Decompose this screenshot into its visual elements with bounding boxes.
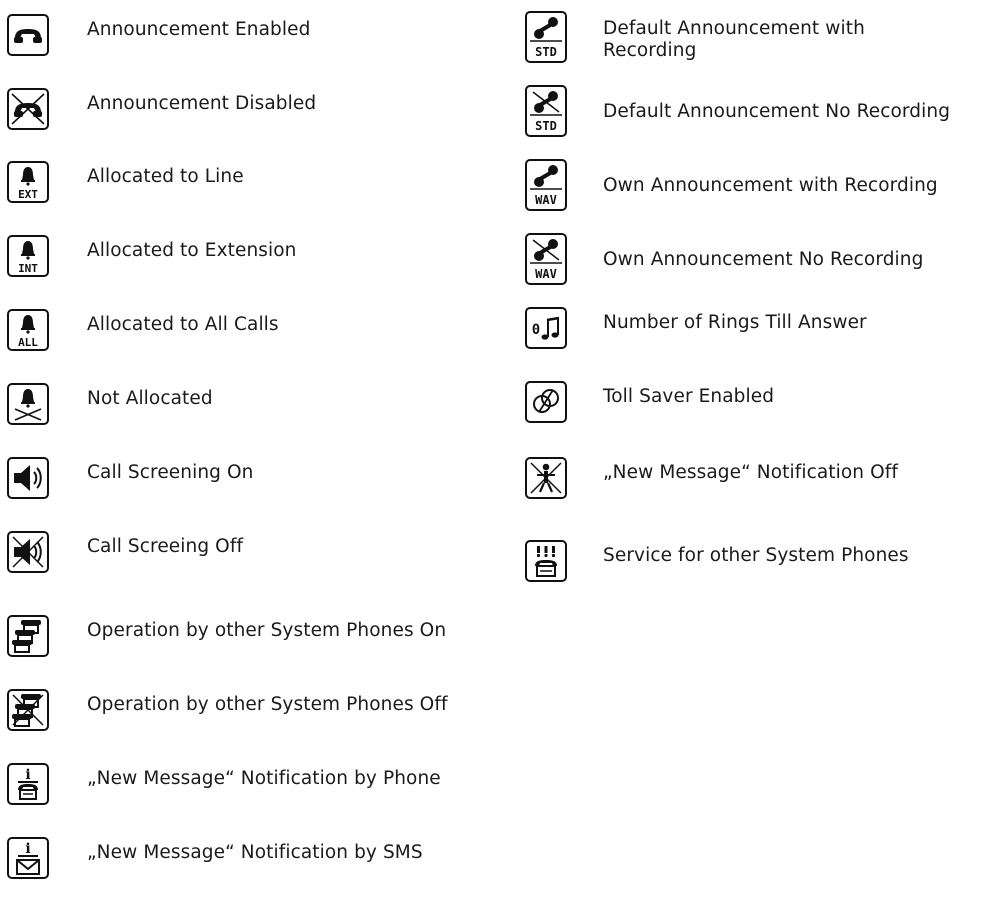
legend-label: Call Screening On	[87, 462, 254, 483]
allocated-line-icon: EXT	[7, 161, 49, 203]
legend-label: Service for other System Phones	[603, 545, 909, 566]
svg-text:STD: STD	[535, 45, 557, 59]
legend-label: Allocated to Line	[87, 166, 244, 187]
legend-label: Default Announcement with Recording	[603, 18, 865, 61]
not-allocated-icon	[7, 383, 49, 425]
svg-text:i: i	[25, 841, 30, 857]
own-announcement-recording-icon: WAV	[525, 159, 567, 211]
svg-text:STD: STD	[535, 119, 557, 133]
legend-label: „New Message“ Notification by Phone	[87, 768, 441, 789]
own-announcement-no-recording-icon: WAV	[525, 233, 567, 285]
legend-label: Announcement Enabled	[87, 19, 311, 40]
legend-label: Own Announcement with Recording	[603, 175, 938, 196]
rings-till-answer-icon: 0	[525, 307, 567, 349]
system-phones-on-icon	[7, 615, 49, 657]
legend-label: Operation by other System Phones On	[87, 620, 447, 641]
svg-text:WAV: WAV	[535, 267, 557, 281]
legend-label: „New Message“ Notification by SMS	[87, 842, 423, 863]
legend-label: Allocated to All Calls	[87, 314, 279, 335]
legend-label: Number of Rings Till Answer	[603, 312, 867, 333]
svg-text:ALL: ALL	[18, 336, 38, 349]
svg-text:i: i	[25, 767, 30, 783]
allocated-extension-icon: INT	[7, 235, 49, 277]
toll-saver-icon	[525, 381, 567, 423]
system-phones-off-icon	[7, 689, 49, 731]
speaker-on-icon	[7, 457, 49, 499]
legend-label: Default Announcement No Recording	[603, 101, 951, 122]
legend-label: Announcement Disabled	[87, 93, 317, 114]
legend-label: Call Screeing Off	[87, 536, 244, 557]
allocated-all-icon: ALL	[7, 309, 49, 351]
service-system-phones-icon	[525, 540, 567, 582]
announcement-enabled-icon	[7, 14, 49, 56]
svg-text:INT: INT	[18, 262, 38, 275]
legend-label: „New Message“ Notification Off	[603, 462, 898, 483]
announcement-disabled-icon	[7, 88, 49, 130]
notify-sms-icon: i	[7, 837, 49, 879]
notification-off-icon	[525, 457, 567, 499]
legend-label: Not Allocated	[87, 388, 213, 409]
legend-label: Allocated to Extension	[87, 240, 297, 261]
svg-text:0: 0	[532, 322, 540, 338]
legend-label: Own Announcement No Recording	[603, 249, 924, 270]
speaker-off-icon	[7, 531, 49, 573]
default-announcement-recording-icon: STD	[525, 11, 567, 63]
svg-text:EXT: EXT	[18, 188, 38, 201]
legend-label: Toll Saver Enabled	[603, 386, 775, 407]
notify-phone-icon: i	[7, 763, 49, 805]
svg-text:WAV: WAV	[535, 193, 557, 207]
default-announcement-no-recording-icon: STD	[525, 85, 567, 137]
legend-label: Operation by other System Phones Off	[87, 694, 448, 715]
